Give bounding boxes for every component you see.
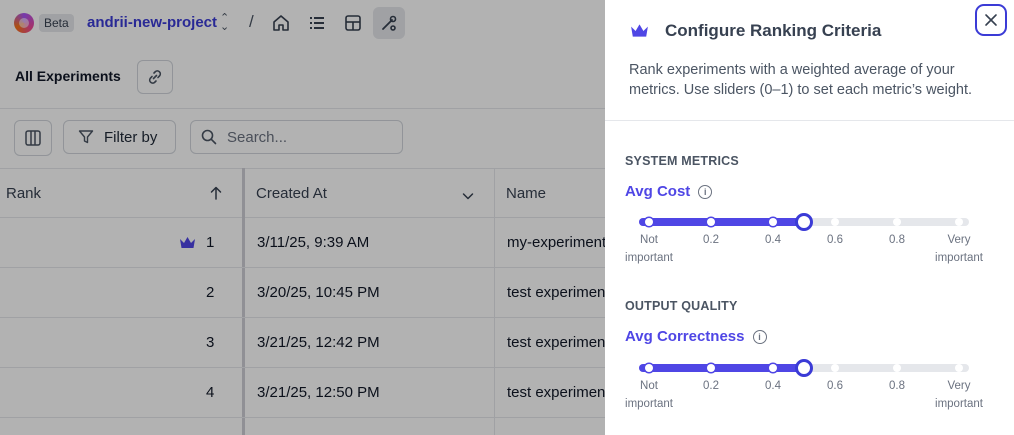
slider-tick-label: Very important	[935, 380, 983, 410]
slider-step-dot[interactable]	[769, 364, 777, 372]
slider-tick-label: Very important	[935, 234, 983, 264]
weight-slider[interactable]	[639, 213, 969, 231]
slider-step-dot[interactable]	[707, 364, 715, 372]
slider-tick-label: 0.2	[703, 380, 719, 392]
slider-step-dot[interactable]	[707, 218, 715, 226]
slider-step-dot[interactable]	[893, 364, 901, 372]
info-icon[interactable]: i	[752, 329, 767, 344]
slider-step-dot[interactable]	[893, 218, 901, 226]
close-button[interactable]	[975, 4, 1007, 36]
slider-thumb[interactable]	[795, 359, 813, 377]
metric-name: Avg Cost	[625, 183, 691, 200]
slider-step-dot[interactable]	[645, 218, 653, 226]
metric-label: Avg Correctness i	[625, 328, 767, 345]
metric-name: Avg Correctness	[625, 328, 745, 345]
slider-step-dot[interactable]	[955, 364, 963, 372]
weight-slider[interactable]	[639, 359, 969, 377]
slider-step-dot[interactable]	[955, 218, 963, 226]
close-icon	[985, 14, 997, 26]
slider-thumb[interactable]	[795, 213, 813, 231]
slider-tick-label: Not important	[625, 234, 673, 264]
panel-title: Configure Ranking Criteria	[665, 21, 882, 40]
slider-tick-label: 0.4	[765, 380, 781, 392]
slider-step-dot[interactable]	[769, 218, 777, 226]
slider-tick-label: Not important	[625, 380, 673, 410]
section-heading: SYSTEM METRICS	[625, 154, 739, 168]
slider-tick-label: 0.4	[765, 234, 781, 246]
slider-step-dot[interactable]	[831, 218, 839, 226]
ranking-criteria-panel: Configure Ranking Criteria Rank experime…	[605, 0, 1014, 435]
section-heading: OUTPUT QUALITY	[625, 299, 738, 313]
slider-fill	[639, 364, 804, 372]
slider-fill	[639, 218, 804, 226]
slider-step-dot[interactable]	[831, 364, 839, 372]
slider-tick-label: 0.6	[827, 380, 843, 392]
slider-tick-label: 0.2	[703, 234, 719, 246]
slider-step-dot[interactable]	[645, 364, 653, 372]
slider-tick-label: 0.8	[889, 234, 905, 246]
crown-icon	[630, 23, 649, 43]
modal-overlay[interactable]	[0, 0, 605, 435]
panel-description: Rank experiments with a weighted average…	[629, 62, 973, 98]
slider-tick-label: 0.8	[889, 380, 905, 392]
info-icon[interactable]: i	[698, 184, 713, 199]
metric-label: Avg Cost i	[625, 183, 713, 200]
slider-tick-label: 0.6	[827, 234, 843, 246]
divider	[605, 120, 1014, 121]
